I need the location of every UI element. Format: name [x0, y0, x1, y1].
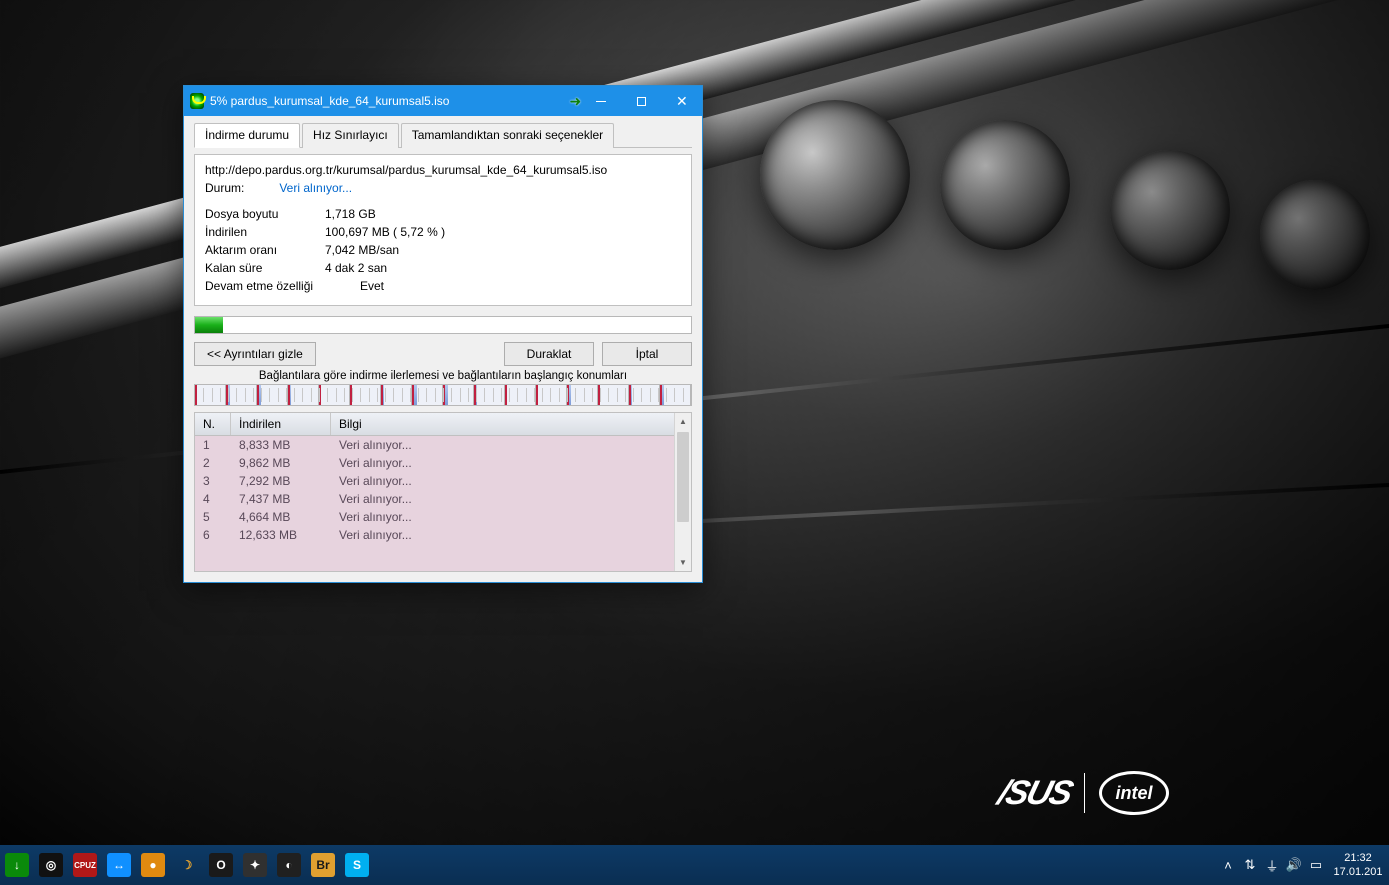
cell-downloaded: 4,664 MB: [231, 510, 331, 524]
origin-icon[interactable]: O: [204, 845, 238, 885]
cell-n: 2: [195, 456, 231, 470]
segment: [660, 385, 691, 405]
tray-up-icon[interactable]: ˄: [1217, 845, 1239, 885]
downloaded-label: İndirilen: [205, 225, 325, 239]
scroll-thumb[interactable]: [677, 432, 689, 522]
progress-bar: [194, 316, 692, 334]
resume-label: Devam etme özelliği: [205, 279, 360, 293]
col-header-info[interactable]: Bilgi: [331, 413, 691, 435]
table-row[interactable]: 54,664 MBVeri alınıyor...: [195, 508, 691, 526]
file-size-value: 1,718 GB: [325, 207, 376, 221]
cancel-button[interactable]: İptal: [602, 342, 692, 366]
scroll-up-button[interactable]: ▲: [675, 413, 691, 430]
tray-actioncenter-icon[interactable]: ▭: [1305, 845, 1327, 885]
transfer-rate-value: 7,042 MB/san: [325, 243, 399, 257]
cell-n: 5: [195, 510, 231, 524]
cell-info: Veri alınıyor...: [331, 528, 691, 542]
downloaded-value: 100,697 MB ( 5,72 % ): [325, 225, 445, 239]
file-url: http://depo.pardus.org.tr/kurumsal/pardu…: [205, 163, 681, 177]
cell-downloaded: 7,437 MB: [231, 492, 331, 506]
maximize-button[interactable]: [621, 86, 661, 116]
resume-value: Evet: [360, 279, 384, 293]
download-progress-window: 5% pardus_kurumsal_kde_64_kurumsal5.iso …: [183, 85, 703, 583]
idm-tray-icon[interactable]: ↓: [0, 845, 34, 885]
cell-downloaded: 12,633 MB: [231, 528, 331, 542]
titlebar[interactable]: 5% pardus_kurumsal_kde_64_kurumsal5.iso …: [184, 86, 702, 116]
segment: [195, 385, 226, 405]
segment: [412, 385, 443, 405]
segment: [288, 385, 319, 405]
transfer-rate-label: Aktarım oranı: [205, 243, 325, 257]
tray-network-icon[interactable]: ⇅: [1239, 845, 1261, 885]
firefox-icon[interactable]: ◎: [34, 845, 68, 885]
intel-logo: intel: [1099, 771, 1169, 815]
cell-downloaded: 9,862 MB: [231, 456, 331, 470]
table-row[interactable]: 18,833 MBVeri alınıyor...: [195, 436, 691, 454]
col-header-downloaded[interactable]: İndirilen: [231, 413, 331, 435]
hide-details-button[interactable]: << Ayrıntıları gizle: [194, 342, 316, 366]
daemon-icon[interactable]: ●: [136, 845, 170, 885]
pause-button[interactable]: Duraklat: [504, 342, 594, 366]
scroll-down-button[interactable]: ▼: [675, 554, 691, 571]
skype-icon[interactable]: S: [340, 845, 374, 885]
window-title: 5% pardus_kurumsal_kde_64_kurumsal5.iso: [210, 94, 449, 108]
clock-time: 21:32: [1329, 851, 1387, 865]
tray-wifi-icon[interactable]: ⏚: [1261, 845, 1283, 885]
moon-icon[interactable]: ☽: [170, 845, 204, 885]
cell-downloaded: 7,292 MB: [231, 474, 331, 488]
tab-on-completion[interactable]: Tamamlandıktan sonraki seçenekler: [401, 123, 614, 148]
time-left-label: Kalan süre: [205, 261, 325, 275]
status-label: Durum:: [205, 181, 244, 195]
table-row[interactable]: 47,437 MBVeri alınıyor...: [195, 490, 691, 508]
asus-logo: /SUS: [993, 774, 1075, 813]
table-scrollbar[interactable]: ▲ ▼: [674, 413, 691, 571]
game2-icon[interactable]: ◐: [272, 845, 306, 885]
segment: [567, 385, 598, 405]
cell-info: Veri alınıyor...: [331, 492, 691, 506]
tray-volume-icon[interactable]: 🔊: [1283, 845, 1305, 885]
segment-progress-bar: [194, 384, 692, 406]
teamviewer-icon[interactable]: ↔: [102, 845, 136, 885]
wallpaper-brand: /SUS intel: [999, 771, 1169, 815]
download-arrow-icon: ➜: [569, 93, 581, 110]
segment: [443, 385, 474, 405]
file-size-label: Dosya boyutu: [205, 207, 325, 221]
table-row[interactable]: 37,292 MBVeri alınıyor...: [195, 472, 691, 490]
minimize-button[interactable]: [581, 86, 621, 116]
cell-info: Veri alınıyor...: [331, 438, 691, 452]
connections-table: N. İndirilen Bilgi 18,833 MBVeri alınıyo…: [194, 412, 692, 572]
tab-speed-limiter[interactable]: Hız Sınırlayıcı: [302, 123, 399, 148]
taskbar: ↓◎CPUZ↔●☽O✦◐BrS ˄⇅⏚🔊▭ 21:32 17.01.201: [0, 845, 1389, 885]
connections-caption: Bağlantılara göre indirme ilerlemesi ve …: [194, 370, 692, 382]
cell-info: Veri alınıyor...: [331, 510, 691, 524]
tab-download-status[interactable]: İndirme durumu: [194, 123, 300, 148]
cpuz-icon[interactable]: CPUZ: [68, 845, 102, 885]
cell-n: 4: [195, 492, 231, 506]
tabs: İndirme durumu Hız Sınırlayıcı Tamamland…: [194, 122, 692, 148]
segment: [536, 385, 567, 405]
time-left-value: 4 dak 2 san: [325, 261, 387, 275]
col-header-n[interactable]: N.: [195, 413, 231, 435]
table-row[interactable]: 612,633 MBVeri alınıyor...: [195, 526, 691, 544]
table-row[interactable]: 29,862 MBVeri alınıyor...: [195, 454, 691, 472]
cell-info: Veri alınıyor...: [331, 456, 691, 470]
clock-date: 17.01.201: [1329, 865, 1387, 879]
info-panel: http://depo.pardus.org.tr/kurumsal/pardu…: [194, 154, 692, 306]
cell-downloaded: 8,833 MB: [231, 438, 331, 452]
cell-n: 1: [195, 438, 231, 452]
idm-app-icon: [190, 93, 204, 109]
cell-n: 3: [195, 474, 231, 488]
cell-n: 6: [195, 528, 231, 542]
game1-icon[interactable]: ✦: [238, 845, 272, 885]
bridge-icon[interactable]: Br: [306, 845, 340, 885]
segment: [319, 385, 350, 405]
cell-info: Veri alınıyor...: [331, 474, 691, 488]
close-button[interactable]: ✕: [662, 86, 702, 116]
status-value: Veri alınıyor...: [279, 181, 352, 195]
taskbar-clock[interactable]: 21:32 17.01.201: [1327, 847, 1389, 884]
